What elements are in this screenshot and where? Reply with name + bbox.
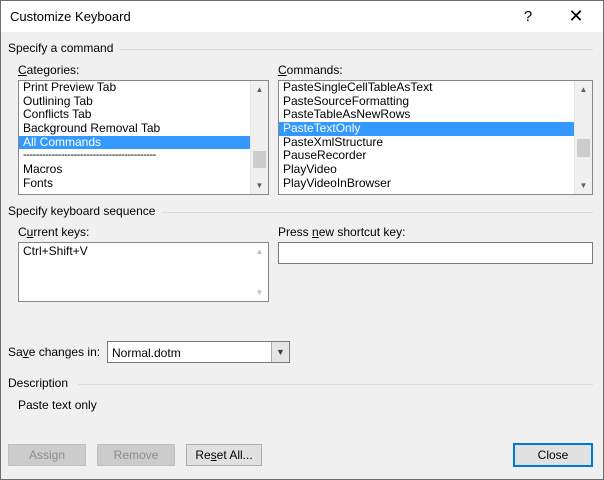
list-item[interactable]: PauseRecorder xyxy=(279,149,575,163)
categories-scrollbar[interactable]: ▲ ▼ xyxy=(250,81,268,194)
close-icon: ✕ xyxy=(568,6,584,26)
new-shortcut-input[interactable] xyxy=(278,242,593,264)
list-item[interactable]: PasteSourceFormatting xyxy=(279,94,575,109)
list-item[interactable]: All Commands xyxy=(19,135,251,150)
list-item[interactable]: PlayVideoInBrowser xyxy=(279,176,575,191)
description-text: Paste text only xyxy=(18,398,97,412)
categories-list[interactable]: Print Preview Tab Outlining Tab Conflicts … xyxy=(18,80,269,195)
list-item[interactable]: PlayVideo xyxy=(279,162,575,177)
chevron-down-icon[interactable]: ▼ xyxy=(271,342,289,362)
list-item[interactable]: Print Preview Tab xyxy=(19,81,251,95)
list-item[interactable]: Conflicts Tab xyxy=(19,108,251,122)
commands-items: PasteSingleCellTableAsText PasteSourceFor… xyxy=(279,81,575,194)
list-item[interactable]: Background Removal Tab xyxy=(19,121,251,136)
current-keys-list[interactable]: Ctrl+Shift+V ▲ ▼ xyxy=(18,242,269,302)
save-changes-label: Save changes in: xyxy=(8,345,101,359)
close-button[interactable]: Close xyxy=(513,443,593,467)
list-item[interactable]: Macros xyxy=(19,162,251,177)
assign-button[interactable]: Assign xyxy=(8,444,86,466)
scroll-thumb[interactable] xyxy=(253,151,266,168)
help-button[interactable]: ? xyxy=(505,1,551,32)
list-item[interactable]: PasteTableAsNewRows xyxy=(279,108,575,122)
scroll-up-icon[interactable]: ▲ xyxy=(251,81,268,98)
scroll-down-icon[interactable]: ▼ xyxy=(251,177,268,194)
title-bar: Customize Keyboard ? ✕ xyxy=(1,1,603,32)
scroll-down-icon[interactable]: ▼ xyxy=(575,177,592,194)
save-changes-select[interactable]: Normal.dotm ▼ xyxy=(107,341,290,363)
scroll-down-icon: ▼ xyxy=(255,288,264,297)
current-keys-scrollbar: ▲ ▼ xyxy=(251,243,268,301)
current-keys-label: Current keys: xyxy=(18,225,90,239)
customize-keyboard-dialog: Customize Keyboard ? ✕ Specify a command… xyxy=(0,0,604,480)
current-keys-items: Ctrl+Shift+V xyxy=(19,245,251,301)
remove-button[interactable]: Remove xyxy=(97,444,175,466)
scroll-thumb[interactable] xyxy=(577,139,590,157)
new-shortcut-label: Press new shortcut key: xyxy=(278,225,406,239)
commands-scrollbar[interactable]: ▲ ▼ xyxy=(574,81,592,194)
scroll-up-icon[interactable]: ▲ xyxy=(575,81,592,98)
commands-label: Commands: xyxy=(278,63,343,77)
section-divider xyxy=(119,49,593,50)
dialog-title: Customize Keyboard xyxy=(10,9,131,24)
categories-label: Categories: xyxy=(18,63,80,77)
save-changes-value: Normal.dotm xyxy=(112,346,181,360)
list-item[interactable]: Fonts xyxy=(19,176,251,191)
section-divider xyxy=(78,384,593,385)
reset-all-button[interactable]: Re s et All... xyxy=(186,444,262,466)
list-item[interactable]: Ctrl+Shift+V xyxy=(19,245,251,259)
categories-items: Print Preview Tab Outlining Tab Conflicts … xyxy=(19,81,251,194)
keyboard-sequence-heading: Specify keyboard sequence xyxy=(8,204,156,218)
list-item[interactable]: PasteTextOnly xyxy=(279,121,575,136)
specify-command-heading: Specify a command xyxy=(8,41,114,55)
list-item[interactable]: Outlining Tab xyxy=(19,94,251,109)
description-heading: Description xyxy=(8,376,69,390)
close-window-button[interactable]: ✕ xyxy=(553,1,599,32)
list-item[interactable]: PasteXmlStructure xyxy=(279,135,575,150)
list-item[interactable]: ----------------------------------------… xyxy=(19,149,251,163)
help-icon: ? xyxy=(523,8,533,25)
scroll-up-icon: ▲ xyxy=(255,247,264,256)
list-item[interactable]: PasteSingleCellTableAsText xyxy=(279,81,575,95)
commands-list[interactable]: PasteSingleCellTableAsText PasteSourceFor… xyxy=(278,80,593,195)
section-divider xyxy=(162,212,593,213)
